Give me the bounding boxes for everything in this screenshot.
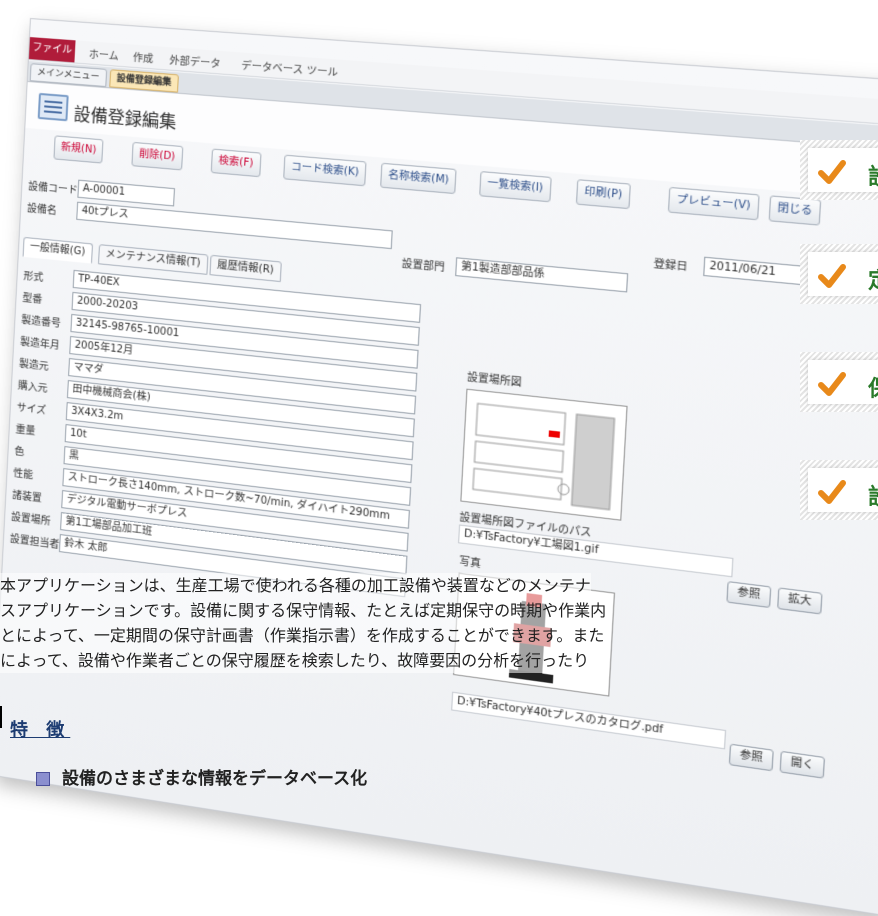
field-label: 性能 (13, 468, 34, 482)
description-line: スアプリケーションです。設備に関する保守情報、たとえば定期保守の時期や作業内 (0, 598, 607, 623)
tab-general-info[interactable]: 一般情報(G) (22, 236, 93, 264)
tab-maintenance-info[interactable]: メンテナンス情報(T) (97, 244, 209, 275)
location-path-field[interactable]: D:¥TsFactory¥工場図1.gif (458, 524, 734, 578)
description-line: によって、設備や作業者ごとの保守履歴を検索したり、故障要因の分析を行ったり (0, 648, 590, 673)
check-item-text: 保 (868, 371, 878, 403)
field-label: 購入元 (17, 380, 48, 395)
field-label: 設置担当者 (9, 533, 60, 551)
name-label: 設備名 (26, 203, 57, 217)
field-label: 製造番号 (20, 314, 62, 330)
field-label: 製造元 (18, 358, 49, 373)
check-item: 保 (800, 352, 878, 412)
form-icon (37, 92, 69, 122)
features-heading-text: 特 徴 (10, 720, 71, 741)
tab-home[interactable]: ホーム (89, 45, 120, 62)
field-label: 色 (14, 446, 25, 459)
reference-button[interactable]: 参照 (728, 743, 774, 772)
location-map-label: 設置場所図 (466, 371, 522, 390)
preview-button[interactable]: プレビュー(V) (667, 186, 760, 221)
check-item: 定 (800, 244, 878, 304)
features-heading: 特 徴 (0, 716, 70, 742)
checkmark-icon (818, 160, 846, 184)
photo-label: 写真 (458, 556, 482, 571)
field-label: 製造年月 (19, 336, 60, 352)
check-item-text: 設 (868, 159, 878, 191)
description-line: とによって、一定期間の保守計画書（作業指示書）を作成することができます。また (0, 623, 605, 648)
code-search-button[interactable]: コード検索(K) (283, 154, 367, 187)
feature-item-text: 設備のさまざまな情報をデータベース化 (62, 769, 368, 789)
list-search-button[interactable]: 一覧検索(I) (479, 171, 552, 203)
date-label: 登録日 (653, 258, 688, 274)
field-label: サイズ (16, 402, 47, 417)
location-map-image (460, 388, 628, 521)
code-label: 設備コード (27, 181, 79, 197)
catalog-path-field[interactable]: D:¥TsFactory¥40tプレスのカタログ.pdf (451, 691, 727, 750)
description-text: 本アプリケーションは、生産工場で使われる各種の加工設備や装置などのメンテナ スア… (0, 573, 878, 673)
description-line: 本アプリケーションは、生産工場で使われる各種の加工設備や装置などのメンテナ (0, 573, 591, 598)
tab-history-info[interactable]: 履歴情報(R) (209, 254, 282, 283)
check-item: 設 (800, 460, 878, 520)
field-label: 型番 (22, 292, 43, 306)
file-tab[interactable]: ファイル (28, 37, 76, 63)
feature-item: 設備のさまざまな情報をデータベース化 (36, 764, 367, 789)
dept-label: 設置部門 (401, 258, 445, 274)
checkmark-icon (818, 372, 846, 396)
app-screenshot: ファイル ホーム 作成 外部データ データベース ツール メインメニュー 設備登… (0, 0, 878, 916)
name-search-button[interactable]: 名称検索(M) (380, 162, 458, 195)
checkmark-icon (818, 480, 846, 504)
tab-external-data[interactable]: 外部データ (169, 51, 221, 70)
field-label: 形式 (23, 270, 44, 284)
new-button[interactable]: 新規(N) (53, 135, 104, 164)
open-button[interactable]: 開く (779, 750, 826, 779)
field-label: 重量 (15, 424, 36, 438)
field-label: 諸装置 (11, 489, 43, 505)
check-item-text: 設 (868, 479, 878, 511)
dept-select[interactable]: 第1製造部部品係 (455, 257, 629, 293)
print-button[interactable]: 印刷(P) (575, 179, 631, 210)
delete-button[interactable]: 削除(D) (131, 141, 183, 171)
tab-database-tools[interactable]: データベース ツール (241, 57, 339, 80)
form-title: 設備登録編集 (73, 104, 177, 134)
tab-create[interactable]: 作成 (133, 49, 154, 66)
name-field[interactable]: 40tプレス (76, 201, 393, 250)
check-item-text: 定 (868, 263, 878, 295)
bullet-square-icon (36, 772, 50, 786)
search-button[interactable]: 検索(F) (210, 148, 262, 178)
checkmark-icon (818, 264, 846, 288)
check-item: 設 (800, 140, 878, 200)
field-label: 設置場所 (10, 511, 51, 528)
